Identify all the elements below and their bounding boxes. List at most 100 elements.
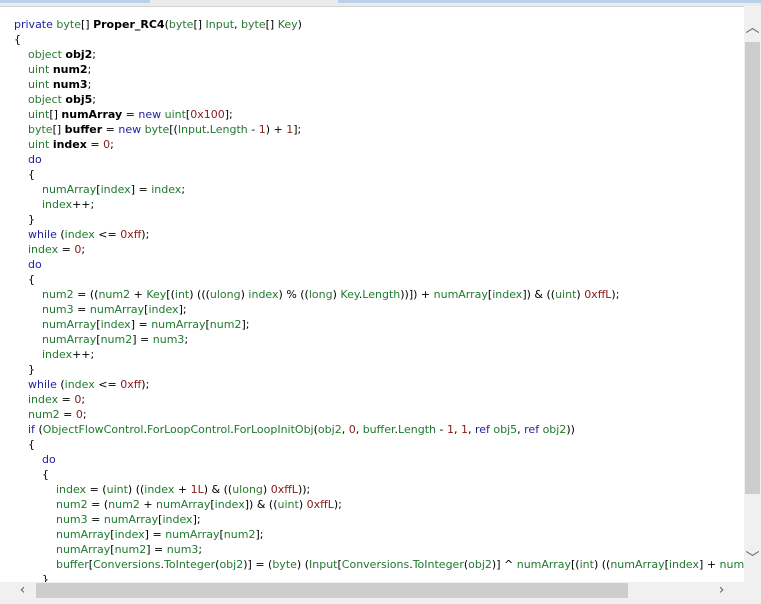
code-token: = <box>87 513 104 526</box>
code-token: uint <box>555 288 577 301</box>
code-line: do <box>14 257 744 272</box>
code-token: num2 <box>209 318 242 331</box>
code-token: while <box>28 378 61 391</box>
code-token: num2 <box>52 63 88 76</box>
code-token: ] = <box>130 183 152 196</box>
code-token: { <box>14 438 35 451</box>
code-token: long <box>308 288 333 301</box>
code-token: ; <box>87 78 92 91</box>
code-token: ForLoopInitObj <box>233 423 314 436</box>
code-token: byte <box>144 123 170 136</box>
code-token: ) + <box>265 123 287 136</box>
code-token: new <box>118 123 145 136</box>
scrollbar-corner <box>744 582 761 599</box>
code-token: byte <box>241 18 266 31</box>
code-token: ] = <box>130 318 152 331</box>
code-token: Input <box>205 18 235 31</box>
code-token: ulong <box>232 483 263 496</box>
code-token: num2 <box>100 333 133 346</box>
code-token: uint <box>164 108 186 121</box>
code-token: Length <box>209 123 248 136</box>
code-token: ) <box>262 483 271 496</box>
code-token: Length <box>398 423 436 436</box>
code-token: ] = <box>132 333 153 346</box>
code-token: index <box>492 288 523 301</box>
code-token: do <box>28 258 42 271</box>
code-token: 1L <box>190 483 204 496</box>
chevron-right-icon[interactable]: › <box>713 582 730 599</box>
code-token: = <box>58 243 75 256</box>
code-token: [( <box>166 288 175 301</box>
code-token: uint <box>277 498 299 511</box>
code-token: ++; <box>72 348 95 361</box>
code-token: numArray <box>516 558 572 571</box>
code-token: [( <box>169 123 178 136</box>
bottom-border <box>0 599 761 604</box>
code-token: num2 <box>114 543 147 556</box>
code-token: numArray <box>41 318 97 331</box>
code-token: num2 <box>55 498 88 511</box>
code-token: buffer <box>362 423 395 436</box>
code-line: buffer[Conversions.ToInteger(obj2)] = (b… <box>14 557 744 572</box>
code-token: 1 <box>460 423 468 436</box>
code-token: = <box>86 138 104 151</box>
chevron-down-icon[interactable]: ﹀ <box>744 551 761 568</box>
code-token: + <box>130 288 147 301</box>
code-token: int <box>174 288 190 301</box>
code-token: Conversions <box>341 558 410 571</box>
code-line: while (index <= 0xff); <box>14 377 744 392</box>
code-token: ) <box>297 18 302 31</box>
code-token: index <box>214 498 245 511</box>
code-line: { <box>14 467 744 482</box>
horizontal-scrollbar[interactable]: ‹ › <box>0 582 744 599</box>
code-token: [] <box>193 18 206 31</box>
code-token: ] + <box>699 558 720 571</box>
tab-indicator-right[interactable] <box>338 0 761 3</box>
code-line: numArray[index] = index; <box>14 182 744 197</box>
chevron-up-icon[interactable]: ︿ <box>744 20 761 37</box>
code-token: 0 <box>75 408 83 421</box>
tab-indicator-left[interactable] <box>0 0 150 3</box>
code-line: } <box>14 212 744 227</box>
code-token: { <box>14 33 21 46</box>
code-token: obj5 <box>493 423 518 436</box>
code-token: + <box>174 483 191 496</box>
code-token: Proper_RC4 <box>93 18 165 31</box>
code-token: ) % (( <box>278 288 309 301</box>
code-token: 0xffL <box>270 483 298 496</box>
code-token: <= <box>94 378 121 391</box>
code-token: byte <box>56 18 81 31</box>
code-token: ) ((( <box>189 288 210 301</box>
chevron-left-icon[interactable]: ‹ <box>14 582 31 599</box>
vertical-scrollbar[interactable]: ︿ ﹀ <box>744 6 761 582</box>
code-token: index <box>162 513 193 526</box>
horizontal-scroll-thumb[interactable] <box>36 583 628 598</box>
code-token: obj5 <box>65 93 93 106</box>
code-line: private byte[] Proper_RC4(byte[] Input, … <box>14 17 744 32</box>
code-line: object obj2; <box>14 47 744 62</box>
code-token: numArray <box>89 303 145 316</box>
code-token: ; <box>87 63 92 76</box>
code-line: { <box>14 272 744 287</box>
code-token: ref <box>474 423 494 436</box>
code-token: ToInteger <box>412 558 464 571</box>
code-token: ; <box>92 93 96 106</box>
code-token: num2 <box>98 288 131 301</box>
code-token: obj2 <box>219 558 244 571</box>
code-token: } <box>14 213 35 226</box>
code-editor[interactable]: private byte[] Proper_RC4(byte[] Input, … <box>0 6 744 583</box>
code-token: index <box>100 183 131 196</box>
vertical-scroll-thumb[interactable] <box>745 42 760 494</box>
code-token: while <box>28 228 61 241</box>
code-token: Length <box>362 288 401 301</box>
code-token: 1 <box>446 423 454 436</box>
code-token: num3 <box>152 333 185 346</box>
